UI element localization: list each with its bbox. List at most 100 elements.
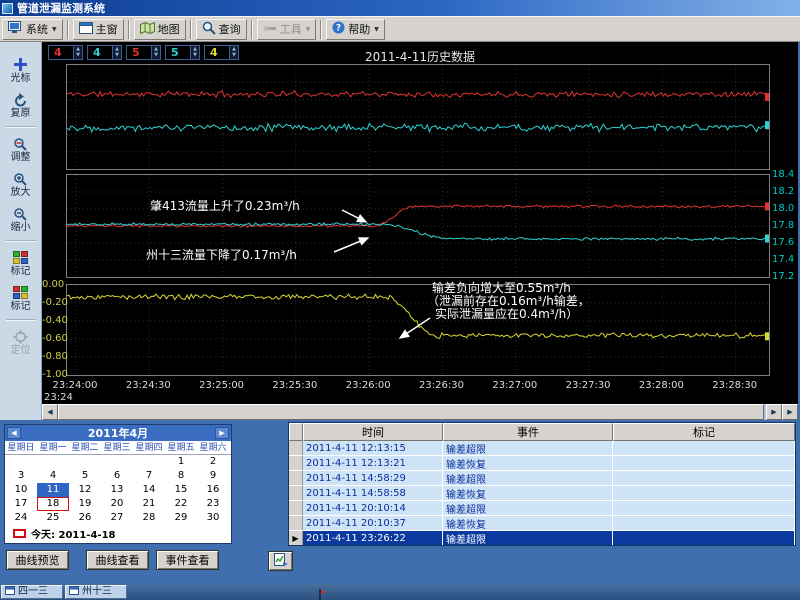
scroll-end-button[interactable]: ▶ (782, 404, 798, 420)
toolbar-button-tools: 工具▼ (257, 19, 317, 40)
toolbar-button-system[interactable]: 系统▼ (2, 19, 63, 40)
calendar-day-29[interactable]: 29 (165, 511, 197, 525)
event-row[interactable]: 2011-4-11 12:13:15输差超限 (289, 441, 795, 456)
column-header[interactable]: 事件 (443, 423, 613, 441)
taskbar-tab-label: 州十三 (82, 587, 112, 597)
column-header[interactable]: 标记 (613, 423, 795, 441)
calendar-day-27[interactable]: 27 (101, 511, 133, 525)
toolbar-button-label: 主窗 (96, 21, 118, 37)
event-type-cell: 输差恢复 (443, 486, 613, 501)
calendar-day-9[interactable]: 9 (197, 469, 229, 483)
calendar-day-10[interactable]: 10 (5, 483, 37, 497)
calendar-today-row[interactable]: 今天: 2011-4-18 (5, 525, 231, 542)
curve-view-button[interactable]: 曲线查看 (86, 550, 149, 570)
event-mark-cell (613, 501, 795, 516)
pressure-chart-panel[interactable] (66, 64, 770, 170)
calendar-prev-icon[interactable]: ◀ (7, 427, 21, 439)
curve-preview-button[interactable]: 曲线预览 (6, 550, 69, 570)
scroll-right-button[interactable]: ▶ (766, 404, 782, 420)
event-row[interactable]: 2011-4-11 12:13:21输差恢复 (289, 456, 795, 471)
calendar-day-4[interactable]: 4 (37, 469, 69, 483)
toolbar-button-help[interactable]: ?帮助▼ (326, 19, 385, 40)
calendar-day-1[interactable]: 1 (165, 455, 197, 469)
status-taskbar: 四一三 州十三 (0, 584, 800, 600)
spinner-down-icon[interactable]: ▼ (191, 52, 199, 58)
calendar-day-20[interactable]: 20 (101, 497, 133, 511)
sidebar-item-restore[interactable]: 复原 (1, 91, 41, 119)
event-row[interactable]: 2011-4-11 20:10:37输差恢复 (289, 516, 795, 531)
calendar-day-30[interactable]: 30 (197, 511, 229, 525)
calendar-day-19[interactable]: 19 (69, 497, 101, 511)
calendar-day-16[interactable]: 16 (197, 483, 229, 497)
curve-spinner-2[interactable]: 4▲▼ (87, 45, 122, 60)
calendar-day-names: 星期日星期一星期二星期三星期四星期五星期六 (5, 441, 231, 455)
sidebar-item-adjust[interactable]: 调整 (1, 135, 41, 163)
toolbar-button-search[interactable]: 查询 (196, 19, 247, 40)
calendar-month-label: 2011年4月 (88, 425, 148, 441)
spinner-down-icon[interactable]: ▼ (230, 52, 238, 58)
curve-spinner-1[interactable]: 4▲▼ (48, 45, 83, 60)
flow-y-axis-label: 18.0 (772, 204, 798, 214)
sidebar-item-zoom-out[interactable]: 缩小 (1, 205, 41, 233)
scrollbar-thumb[interactable] (58, 404, 764, 420)
taskbar-tab-2[interactable]: 州十三 (65, 585, 127, 599)
column-header[interactable]: 时间 (303, 423, 443, 441)
calendar-day-2[interactable]: 2 (197, 455, 229, 469)
curve-spinner-4[interactable]: 5▲▼ (165, 45, 200, 60)
calendar-day-3[interactable]: 3 (5, 469, 37, 483)
sidebar-item-mark2[interactable]: 标记 (1, 284, 41, 312)
flow-y-axis-label: 18.4 (772, 170, 798, 180)
sidebar-item-cursor-cross[interactable]: 光标 (1, 56, 41, 84)
calendar-day-22[interactable]: 22 (165, 497, 197, 511)
calendar-day-5[interactable]: 5 (69, 469, 101, 483)
toolbar-button-map[interactable]: 地图 (134, 19, 186, 40)
calendar-day-28[interactable]: 28 (133, 511, 165, 525)
sidebar-item-label: 复原 (11, 109, 31, 119)
toolbar-button-window[interactable]: 主窗 (73, 19, 124, 40)
application-window: 管道泄漏监测系统 系统▼主窗地图查询工具▼?帮助▼ 光标复原调整放大缩小标记标记… (0, 0, 800, 600)
curve-spinner-5[interactable]: 4▲▼ (204, 45, 239, 60)
calendar-day-26[interactable]: 26 (69, 511, 101, 525)
event-row[interactable]: 2011-4-11 20:10:14输差超限 (289, 501, 795, 516)
calendar-day-17[interactable]: 17 (5, 497, 37, 511)
sidebar-item-mark[interactable]: 标记 (1, 249, 41, 277)
sidebar-item-zoom-in[interactable]: 放大 (1, 170, 41, 198)
export-button[interactable] (268, 551, 293, 571)
event-row[interactable]: 2011-4-11 14:58:29输差超限 (289, 471, 795, 486)
calendar-day-8[interactable]: 8 (165, 469, 197, 483)
calendar-day-21[interactable]: 21 (133, 497, 165, 511)
event-row[interactable]: ▶2011-4-11 23:26:22输差超限 (289, 531, 795, 546)
diff-y-axis-label: -0.60 (42, 334, 64, 344)
calendar-day-6[interactable]: 6 (101, 469, 133, 483)
event-table-header: 时间事件标记 (289, 423, 795, 441)
spinner-down-icon[interactable]: ▼ (152, 52, 160, 58)
calendar-day-24[interactable]: 24 (5, 511, 37, 525)
chart-horizontal-scrollbar[interactable]: ◀ ▶ ▶ (42, 404, 798, 420)
calendar-next-icon[interactable]: ▶ (215, 427, 229, 439)
toolbar-button-label: 地图 (158, 21, 180, 37)
calendar-day-15[interactable]: 15 (165, 483, 197, 497)
calendar-day-name: 星期二 (69, 441, 101, 454)
event-table: 时间事件标记 2011-4-11 12:13:15输差超限2011-4-11 1… (288, 422, 796, 546)
calendar-day-23[interactable]: 23 (197, 497, 229, 511)
spinner-down-icon[interactable]: ▼ (113, 52, 121, 58)
event-type-cell: 输差超限 (443, 501, 613, 516)
curve-spinner-3[interactable]: 5▲▼ (126, 45, 161, 60)
calendar-day-11[interactable]: 11 (37, 483, 69, 497)
calendar-day-7[interactable]: 7 (133, 469, 165, 483)
event-time-cell: 2011-4-11 23:26:22 (303, 531, 443, 546)
calendar-day-25[interactable]: 25 (37, 511, 69, 525)
event-view-button[interactable]: 事件查看 (156, 550, 219, 570)
scroll-start-button[interactable]: ◀ (42, 404, 58, 420)
calendar-day-13[interactable]: 13 (101, 483, 133, 497)
event-time-cell: 2011-4-11 20:10:37 (303, 516, 443, 531)
spinner-down-icon[interactable]: ▼ (74, 52, 82, 58)
taskbar-tab-1[interactable]: 四一三 (1, 585, 63, 599)
event-row[interactable]: 2011-4-11 14:58:58输差恢复 (289, 486, 795, 501)
mark2-icon (13, 284, 28, 301)
calendar-day-12[interactable]: 12 (69, 483, 101, 497)
calendar-day-14[interactable]: 14 (133, 483, 165, 497)
annotation-flow-down: 州十三流量下降了0.17m³/h (146, 246, 297, 263)
calendar-day-18[interactable]: 18 (37, 497, 69, 511)
diff-chart-panel[interactable] (66, 284, 770, 376)
